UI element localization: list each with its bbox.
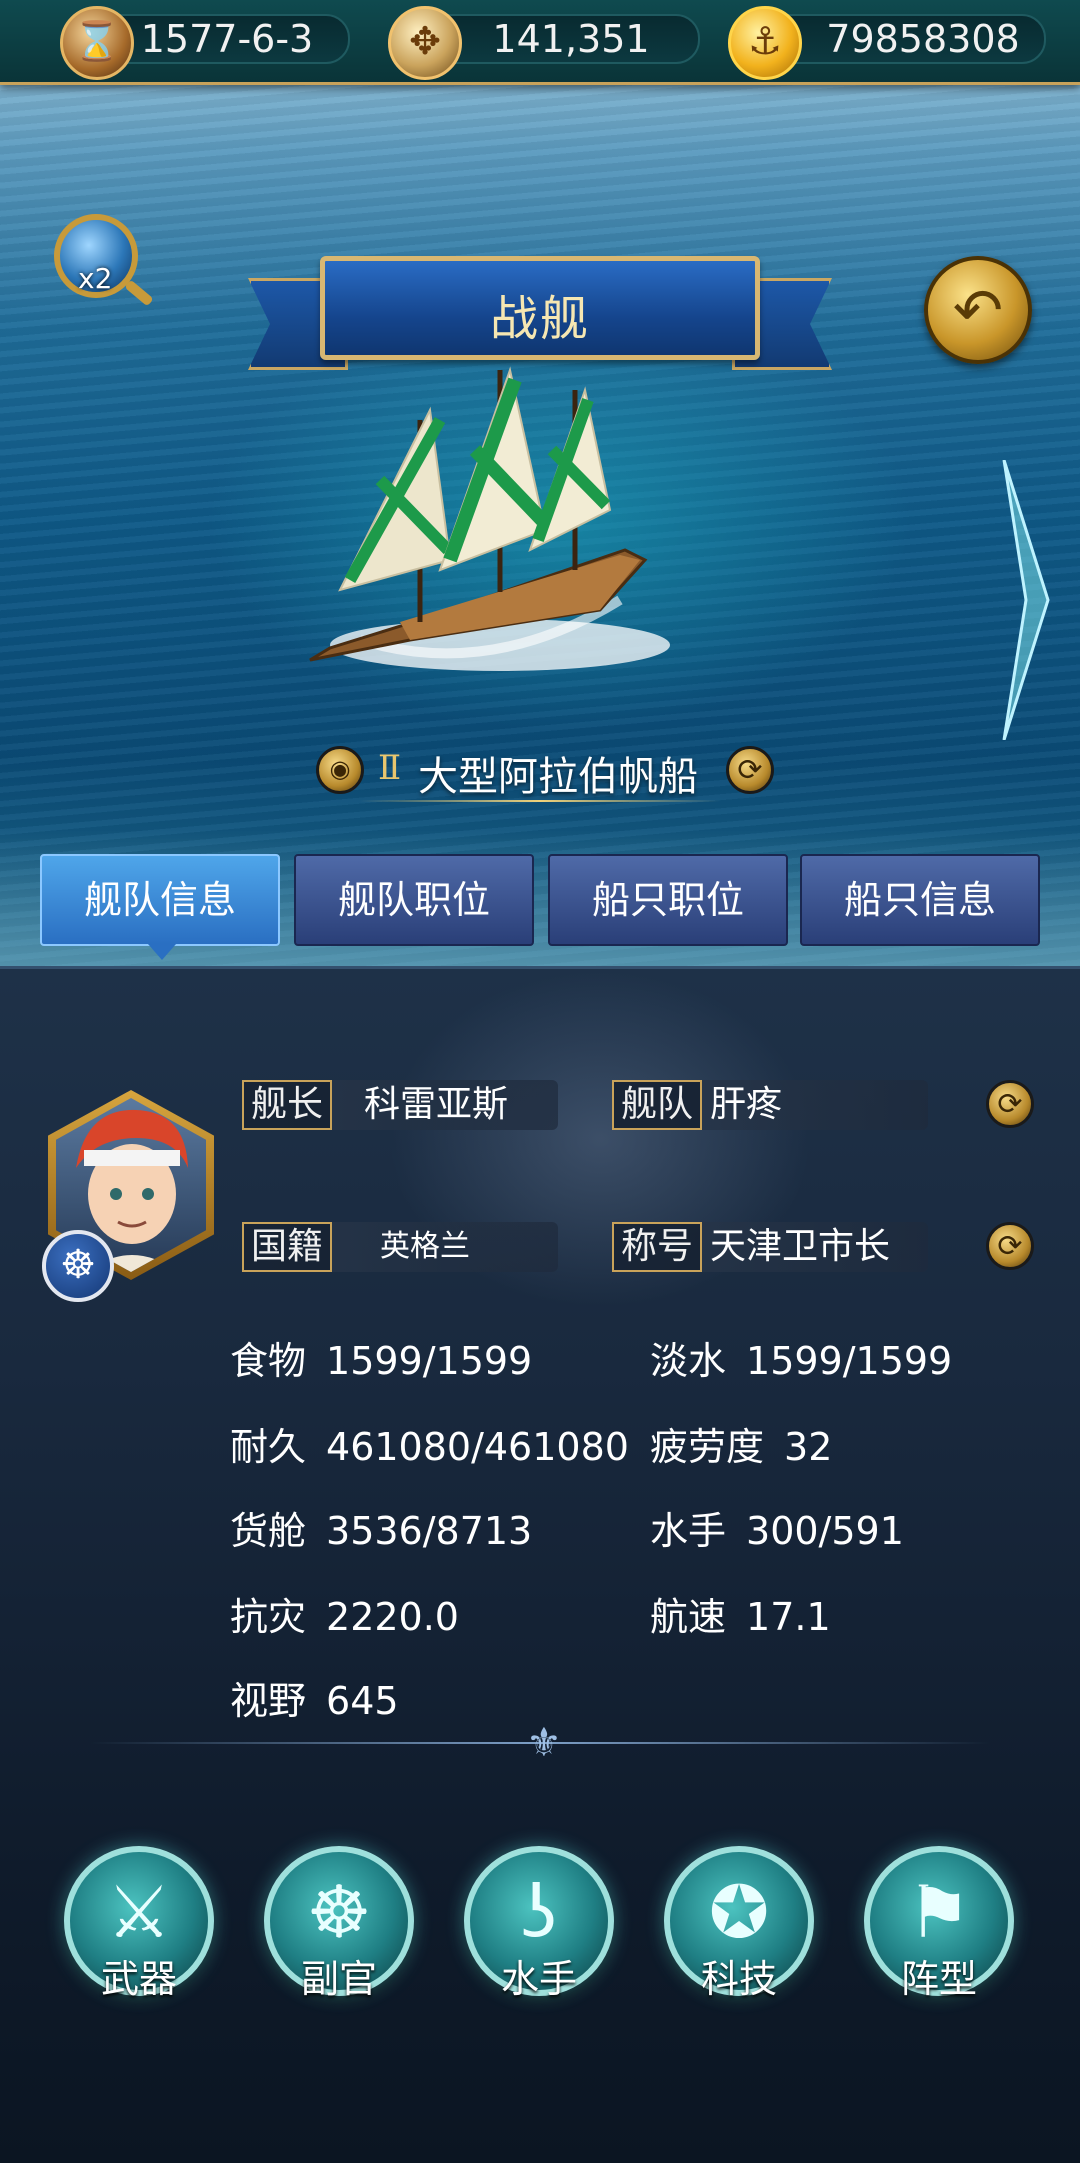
banner-plate: 战舰 bbox=[320, 256, 760, 360]
compass-icon: ✪ bbox=[708, 1870, 770, 1954]
flag-icon: ⚑ bbox=[906, 1870, 972, 1954]
formation-button[interactable]: ⚑ 阵型 bbox=[864, 1846, 1014, 2001]
nationality-field: 国籍 英格兰 bbox=[242, 1222, 558, 1272]
title-label: 称号 bbox=[612, 1222, 702, 1272]
formation-label: 阵型 bbox=[900, 1957, 977, 2001]
stat-water-value: 1599/1599 bbox=[746, 1339, 953, 1383]
swap-ship-icon[interactable] bbox=[726, 746, 774, 794]
page-title: 战舰 bbox=[489, 291, 590, 347]
resource-bar: 1577-6-3 ⌛ 141,351 ✥ 79858308 ⚓ bbox=[0, 0, 1080, 85]
title-banner: 战舰 bbox=[248, 256, 832, 376]
sailors-button[interactable]: ʖ 水手 bbox=[464, 1846, 614, 2001]
rename-fleet-icon[interactable] bbox=[986, 1080, 1034, 1128]
stat-sailors-label: 水手 bbox=[650, 1509, 727, 1553]
ship-tier: Ⅱ bbox=[378, 748, 402, 788]
tab-fleet-positions[interactable]: 舰队职位 bbox=[294, 854, 534, 946]
captain-name: 科雷亚斯 bbox=[364, 1084, 509, 1125]
stat-food: 食物 1599/1599 bbox=[230, 1330, 532, 1385]
sailors-label: 水手 bbox=[500, 1957, 577, 2001]
stat-speed-value: 17.1 bbox=[746, 1595, 831, 1639]
tab-fleet-info[interactable]: 舰队信息 bbox=[40, 854, 280, 960]
stat-resistance-label: 抗灾 bbox=[230, 1595, 307, 1639]
title-field: 称号 天津卫市长 bbox=[612, 1222, 928, 1272]
eye-icon[interactable] bbox=[316, 746, 364, 794]
captain-field: 舰长 科雷亚斯 bbox=[242, 1080, 558, 1130]
stat-cargo: 货舱 3536/8713 bbox=[230, 1500, 532, 1555]
weapons-label: 武器 bbox=[100, 1957, 177, 2001]
fleet-label: 舰队 bbox=[612, 1080, 702, 1130]
stat-fatigue-label: 疲劳度 bbox=[650, 1425, 765, 1469]
stat-cargo-label: 货舱 bbox=[230, 1509, 307, 1553]
stat-vision-value: 645 bbox=[326, 1679, 399, 1723]
tech-label: 科技 bbox=[700, 1957, 777, 2001]
stat-cargo-value: 3536/8713 bbox=[326, 1509, 533, 1553]
hook-icon: ʖ bbox=[520, 1870, 558, 1954]
helm-icon: ☸ bbox=[306, 1870, 372, 1954]
title-value: 天津卫市长 bbox=[710, 1226, 891, 1267]
stat-fatigue-value: 32 bbox=[784, 1425, 833, 1469]
stat-durability: 耐久 461080/461080 bbox=[230, 1416, 629, 1471]
helm-icon: ☸ bbox=[60, 1242, 96, 1288]
anchor-coin-icon: ⚓ bbox=[728, 6, 802, 80]
stat-speed: 航速 17.1 bbox=[650, 1586, 831, 1641]
stat-food-label: 食物 bbox=[230, 1339, 307, 1383]
date-value: 1577-6-3 bbox=[140, 17, 314, 61]
sword-icon: ⚔ bbox=[106, 1870, 172, 1954]
hourglass-icon: ⌛ bbox=[60, 6, 134, 80]
compass-value: 141,351 bbox=[492, 17, 650, 61]
tech-button[interactable]: ✪ 科技 bbox=[664, 1846, 814, 2001]
lieutenant-button[interactable]: ☸ 副官 bbox=[264, 1846, 414, 2001]
zoom-button[interactable]: x2 bbox=[54, 214, 138, 298]
change-title-icon[interactable] bbox=[986, 1222, 1034, 1270]
fleet-name: 肝疼 bbox=[710, 1084, 783, 1125]
stat-durability-value: 461080/461080 bbox=[326, 1425, 629, 1469]
back-arrow-icon: ↶ bbox=[952, 276, 1004, 346]
zoom-label: x2 bbox=[78, 262, 113, 295]
weapons-button[interactable]: ⚔ 武器 bbox=[64, 1846, 214, 2001]
stat-vision: 视野 645 bbox=[230, 1670, 399, 1725]
gold-value: 79858308 bbox=[826, 17, 1020, 61]
ship-name: 大型阿拉伯帆船 bbox=[418, 754, 698, 800]
stat-speed-label: 航速 bbox=[650, 1595, 727, 1639]
next-ship-arrow-icon[interactable] bbox=[996, 460, 1056, 740]
stat-durability-label: 耐久 bbox=[230, 1425, 307, 1469]
tab-ship-info[interactable]: 船只信息 bbox=[800, 854, 1040, 946]
stat-food-value: 1599/1599 bbox=[326, 1339, 533, 1383]
stat-fatigue: 疲劳度 32 bbox=[650, 1416, 832, 1471]
lieutenant-label: 副官 bbox=[300, 1957, 377, 2001]
ship-name-underline bbox=[360, 800, 720, 802]
tab-ship-positions[interactable]: 船只职位 bbox=[548, 854, 788, 946]
stat-resistance: 抗灾 2220.0 bbox=[230, 1586, 459, 1641]
stat-water-label: 淡水 bbox=[650, 1339, 727, 1383]
fleet-field: 舰队 肝疼 bbox=[612, 1080, 928, 1130]
divider-ornament-icon: ⚜ bbox=[526, 1720, 562, 1766]
back-button[interactable]: ↶ bbox=[924, 256, 1032, 364]
nationality-value: 英格兰 bbox=[380, 1229, 470, 1264]
helm-badge: ☸ bbox=[42, 1230, 114, 1302]
captain-label: 舰长 bbox=[242, 1080, 332, 1130]
stat-sailors-value: 300/591 bbox=[746, 1509, 904, 1553]
compass-icon: ✥ bbox=[388, 6, 462, 80]
stat-vision-label: 视野 bbox=[230, 1679, 307, 1723]
stat-resistance-value: 2220.0 bbox=[326, 1595, 459, 1639]
stat-water: 淡水 1599/1599 bbox=[650, 1330, 952, 1385]
stat-sailors: 水手 300/591 bbox=[650, 1500, 904, 1555]
ship-illustration bbox=[309, 366, 670, 671]
